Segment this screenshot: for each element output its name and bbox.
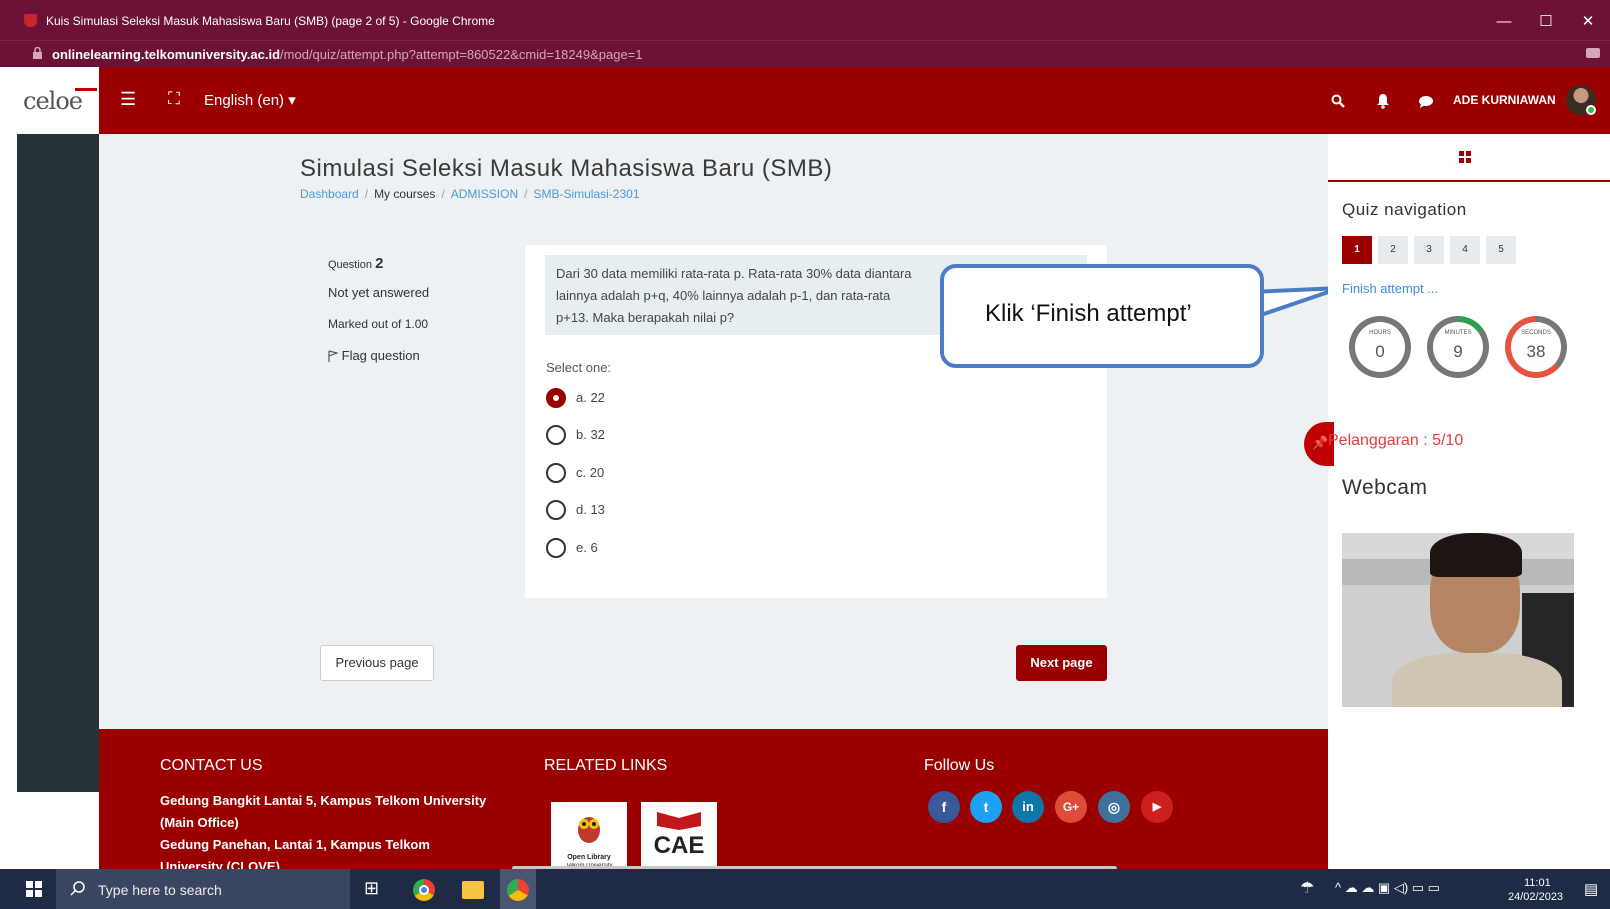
quiz-nav-page-3[interactable]: 3 <box>1414 236 1444 264</box>
radio-button[interactable] <box>546 463 566 483</box>
chrome-icon[interactable] <box>413 879 435 901</box>
question-status: Not yet answered <box>328 285 430 300</box>
logo-text: celoe <box>23 87 83 115</box>
weather-icon[interactable]: ☂ <box>1300 878 1314 898</box>
breadcrumb-admission[interactable]: ADMISSION <box>451 187 518 201</box>
taskbar-search-icon <box>70 881 85 896</box>
file-explorer-icon[interactable] <box>462 881 484 899</box>
callout-text: Klik ‘Finish attempt’ <box>985 300 1192 327</box>
timer-minutes: MINUTES 9 <box>1427 316 1489 378</box>
language-menu[interactable]: English (en) ▾ <box>204 91 296 109</box>
youtube-icon[interactable]: ▶ <box>1141 791 1173 823</box>
timer-minutes-value: 9 <box>1453 342 1463 361</box>
select-one-label: Select one: <box>546 360 612 375</box>
pin-icon: 📌 <box>1312 435 1329 450</box>
search-icon[interactable] <box>1331 94 1345 108</box>
breadcrumb-course[interactable]: SMB-Simulasi-2301 <box>533 187 639 201</box>
flag-question-link[interactable]: Flag question <box>328 348 420 363</box>
panel-tab-underline <box>1328 180 1610 182</box>
chrome-active-task[interactable] <box>500 869 536 909</box>
related-links-title: RELATED LINKS <box>544 757 668 774</box>
twitter-icon[interactable]: t <box>970 791 1002 823</box>
telkom-favicon-icon <box>24 14 37 27</box>
timer-seconds: SECONDS 38 <box>1505 316 1567 378</box>
timer-hours-value: 0 <box>1375 342 1385 361</box>
owl-icon <box>578 817 600 843</box>
next-page-button[interactable]: Next page <box>1016 645 1107 681</box>
chrome-profile-icon <box>507 879 529 901</box>
webcam-feed <box>1342 533 1574 707</box>
follow-us-title: Follow Us <box>924 757 995 774</box>
quiz-navigation-title: Quiz navigation <box>1342 200 1467 219</box>
online-status-icon <box>1586 105 1596 115</box>
breadcrumb-my-courses[interactable]: My courses <box>374 187 435 201</box>
quiz-nav-page-5[interactable]: 5 <box>1486 236 1516 264</box>
webcam-title: Webcam <box>1342 476 1428 499</box>
violation-count: Pelanggaran : 5/10 <box>1328 432 1464 449</box>
contact-title: CONTACT US <box>160 757 263 774</box>
camera-indicator-icon[interactable] <box>1586 48 1600 58</box>
quiz-nav-page-4[interactable]: 4 <box>1450 236 1480 264</box>
logo-accent <box>75 88 97 91</box>
quiz-nav-page-1[interactable]: 1 <box>1342 236 1372 264</box>
menu-icon[interactable]: ☰ <box>120 89 136 110</box>
contact-line: Gedung Bangkit Lantai 5, Kampus Telkom U… <box>160 793 487 808</box>
close-button[interactable]: ✕ <box>1568 8 1608 36</box>
browser-title-bar: Kuis Simulasi Seleksi Masuk Mahasiswa Ba… <box>0 0 1610 40</box>
open-library-logo[interactable]: Open Library Telkom University <box>551 802 627 869</box>
radio-button[interactable] <box>546 425 566 445</box>
url-text[interactable]: onlinelearning.telkomuniversity.ac.id/mo… <box>52 47 643 62</box>
celoe-logo[interactable]: celoe <box>17 67 99 134</box>
maximize-button[interactable]: ☐ <box>1526 8 1566 36</box>
system-tray-icons[interactable]: ^ ☁ ☁ ▣ ◁) ▭ ▭ <box>1335 880 1440 896</box>
taskbar-search-placeholder[interactable]: Type here to search <box>98 882 222 898</box>
google-plus-icon[interactable]: G+ <box>1055 791 1087 823</box>
windows-start-icon[interactable] <box>26 881 42 897</box>
window-edge <box>0 67 17 869</box>
quiz-nav-page-2[interactable]: 2 <box>1378 236 1408 264</box>
flag-icon <box>328 350 340 362</box>
address-bar[interactable]: onlinelearning.telkomuniversity.ac.id/mo… <box>0 40 1610 67</box>
breadcrumb: Dashboard / My courses / ADMISSION / SMB-Simul… <box>300 187 640 201</box>
radio-selected[interactable] <box>546 388 566 408</box>
timer-hours: HOURS 0 <box>1349 316 1411 378</box>
breadcrumb-dashboard[interactable]: Dashboard <box>300 187 359 201</box>
radio-button[interactable] <box>546 500 566 520</box>
avatar[interactable] <box>1566 85 1596 115</box>
previous-page-button[interactable]: Previous page <box>320 645 434 681</box>
contact-line: (Main Office) <box>160 815 239 830</box>
fullscreen-icon[interactable]: ⛶ <box>168 89 180 109</box>
contact-line: Gedung Panehan, Lantai 1, Kampus Telkom <box>160 837 430 852</box>
cae-logo[interactable]: CAE <box>641 802 717 869</box>
task-view-icon[interactable]: ⊞ <box>364 878 379 899</box>
left-drawer-bottom <box>17 792 99 869</box>
book-icon <box>657 812 701 830</box>
clock-date[interactable]: 24/02/2023 <box>1508 891 1563 903</box>
finish-attempt-link[interactable]: Finish attempt ... <box>1342 281 1438 296</box>
left-drawer-strip <box>17 134 99 792</box>
bell-icon[interactable] <box>1376 93 1390 109</box>
user-name[interactable]: ADE KURNIAWAN <box>1453 93 1556 107</box>
timer-seconds-value: 38 <box>1526 342 1546 361</box>
question-number-label: Question 2 <box>328 255 384 272</box>
blocks-grid-icon[interactable] <box>1459 151 1471 163</box>
notification-icon[interactable]: ▤ <box>1584 880 1598 898</box>
linkedin-icon[interactable]: in <box>1012 791 1044 823</box>
radio-button[interactable] <box>546 538 566 558</box>
chat-icon[interactable] <box>1418 95 1434 109</box>
window-title: Kuis Simulasi Seleksi Masuk Mahasiswa Ba… <box>46 14 495 28</box>
facebook-icon[interactable]: f <box>928 791 960 823</box>
lock-icon <box>33 47 42 59</box>
instagram-icon[interactable]: ◎ <box>1098 791 1130 823</box>
contact-line: University (CLOVE) <box>160 859 280 869</box>
minimize-button[interactable]: — <box>1484 8 1524 36</box>
question-marks: Marked out of 1.00 <box>328 317 429 331</box>
page-title: Simulasi Seleksi Masuk Mahasiswa Baru (S… <box>300 155 833 182</box>
clock-time[interactable]: 11:01 <box>1524 877 1551 889</box>
